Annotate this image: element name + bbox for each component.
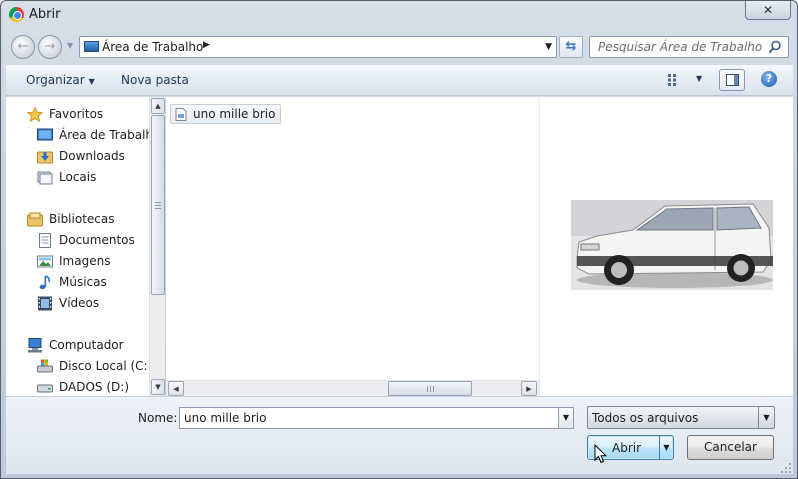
address-dropdown-icon[interactable]: ▼ <box>545 42 552 52</box>
help-icon[interactable]: ? <box>761 71 777 87</box>
file-type-select[interactable]: Todos os arquivos ▼ <box>587 406 775 429</box>
tree-item-downloads[interactable]: Downloads <box>6 147 149 167</box>
tree-item-data-disk[interactable]: DADOS (D:) <box>6 378 149 396</box>
tree-label: Favoritos <box>49 107 104 121</box>
tree-label: Disco Local (C:) <box>59 359 149 373</box>
search-placeholder: Pesquisar Área de Trabalho <box>598 40 763 54</box>
search-icon[interactable] <box>768 40 782 54</box>
tree-item-places[interactable]: Locais <box>6 168 149 188</box>
tree-item-computer[interactable]: Computador <box>6 336 149 356</box>
resize-grip-icon[interactable] <box>780 462 792 474</box>
libraries-icon <box>27 212 43 227</box>
file-list[interactable]: uno mille brio <box>166 97 539 380</box>
desktop-icon <box>84 41 99 52</box>
command-bar: Organizar ▼ Nova pasta ▼ ? <box>6 65 793 96</box>
tree-label: Imagens <box>59 254 111 268</box>
video-film-icon <box>38 296 52 311</box>
back-button[interactable]: ← <box>11 35 35 59</box>
tree-item-music[interactable]: Músicas <box>6 273 149 293</box>
hard-drive-icon <box>37 384 53 393</box>
tree-item-libraries[interactable]: Bibliotecas <box>6 210 149 230</box>
chrome-app-icon <box>9 7 24 22</box>
tree-label: Área de Trabalho <box>59 128 149 142</box>
open-options-chevron-icon[interactable]: ▼ <box>659 436 673 459</box>
file-name-label: Nome: <box>138 411 178 425</box>
scroll-up-arrow-icon[interactable]: ▲ <box>151 98 165 114</box>
open-button-label: Abrir <box>612 441 642 455</box>
star-icon <box>27 107 43 122</box>
grip-icon <box>155 202 161 210</box>
preview-pane <box>539 97 793 396</box>
file-icon <box>175 108 187 121</box>
scroll-right-arrow-icon[interactable]: ▶ <box>521 381 537 396</box>
system-drive-icon <box>37 359 53 373</box>
title-bar[interactable]: Abrir ✕ <box>1 1 797 29</box>
car-preview-image <box>571 200 773 290</box>
desktop-icon <box>37 128 53 141</box>
mouse-pointer-icon <box>594 444 607 464</box>
documents-icon <box>39 233 51 248</box>
scroll-left-arrow-icon[interactable]: ◀ <box>168 381 184 396</box>
organize-menu-button[interactable]: Organizar ▼ <box>26 73 95 87</box>
recent-places-icon <box>37 171 53 185</box>
tree-label: DADOS (D:) <box>59 380 130 394</box>
chevron-down-icon[interactable]: ▼ <box>758 407 774 428</box>
tree-label: Bibliotecas <box>49 212 115 226</box>
navigation-pane-scrollbar[interactable]: ▲ ▼ <box>149 97 165 396</box>
view-options-chevron-icon[interactable]: ▼ <box>696 74 702 83</box>
scrollbar-thumb[interactable] <box>151 115 165 295</box>
organize-label: Organizar <box>26 73 85 87</box>
refresh-button[interactable]: ⇆ <box>559 36 583 58</box>
tree-label: Computador <box>49 338 124 352</box>
window-title: Abrir <box>29 7 61 22</box>
file-name: uno mille brio <box>193 107 276 121</box>
scroll-down-arrow-icon[interactable]: ▼ <box>151 379 165 395</box>
grip-icon <box>427 386 435 392</box>
open-file-dialog: Abrir ✕ ← → ▼ Área de Trabalho ▶ ▼ ⇆ Pes… <box>0 0 798 479</box>
breadcrumb-chevron-icon[interactable]: ▶ <box>203 40 210 50</box>
tree-item-images[interactable]: Imagens <box>6 252 149 272</box>
file-name-field[interactable] <box>179 407 559 429</box>
tree-item-videos[interactable]: Vídeos <box>6 294 149 314</box>
file-item[interactable]: uno mille brio <box>170 104 282 124</box>
scrollbar-thumb[interactable] <box>388 381 472 396</box>
tree-label: Músicas <box>59 275 107 289</box>
cancel-button[interactable]: Cancelar <box>687 435 774 460</box>
close-button[interactable]: ✕ <box>745 1 791 20</box>
forward-button[interactable]: → <box>38 35 62 59</box>
change-view-icon[interactable] <box>668 74 682 86</box>
file-type-value: Todos os arquivos <box>592 411 699 425</box>
tree-label: Downloads <box>59 149 125 163</box>
tree-label: Documentos <box>59 233 135 247</box>
tree-label: Locais <box>59 170 97 184</box>
tree-item-favorites[interactable]: Favoritos <box>6 105 149 125</box>
chevron-down-icon: ▼ <box>88 77 95 86</box>
tree-item-desktop[interactable]: Área de Trabalho <box>6 126 149 146</box>
recent-locations-chevron-icon[interactable]: ▼ <box>67 41 73 50</box>
tree-item-documents[interactable]: Documentos <box>6 231 149 251</box>
dialog-footer: Nome: ▼ Todos os arquivos ▼ Abrir ▼ Canc… <box>6 396 793 474</box>
preview-pane-icon <box>726 74 739 86</box>
tree-label: Vídeos <box>59 296 100 310</box>
images-icon <box>37 255 53 268</box>
preview-pane-button[interactable] <box>719 69 745 91</box>
navigation-pane: Favoritos Área de Trabalho Downloads Loc… <box>6 97 149 396</box>
computer-icon <box>28 338 42 353</box>
search-input[interactable]: Pesquisar Área de Trabalho <box>589 36 789 58</box>
new-folder-button[interactable]: Nova pasta <box>121 73 189 87</box>
downloads-folder-icon <box>37 151 53 164</box>
navigation-bar: ← → ▼ Área de Trabalho ▶ ▼ ⇆ Pesquisar Á… <box>1 31 797 61</box>
file-list-horizontal-scrollbar[interactable]: ◀ ▶ <box>166 380 539 396</box>
music-note-icon <box>39 275 50 290</box>
file-name-dropdown-icon[interactable]: ▼ <box>558 407 574 429</box>
address-location[interactable]: Área de Trabalho <box>102 40 203 54</box>
tree-item-local-disk[interactable]: Disco Local (C:) <box>6 357 149 377</box>
address-bar[interactable]: Área de Trabalho ▶ ▼ <box>79 36 557 58</box>
